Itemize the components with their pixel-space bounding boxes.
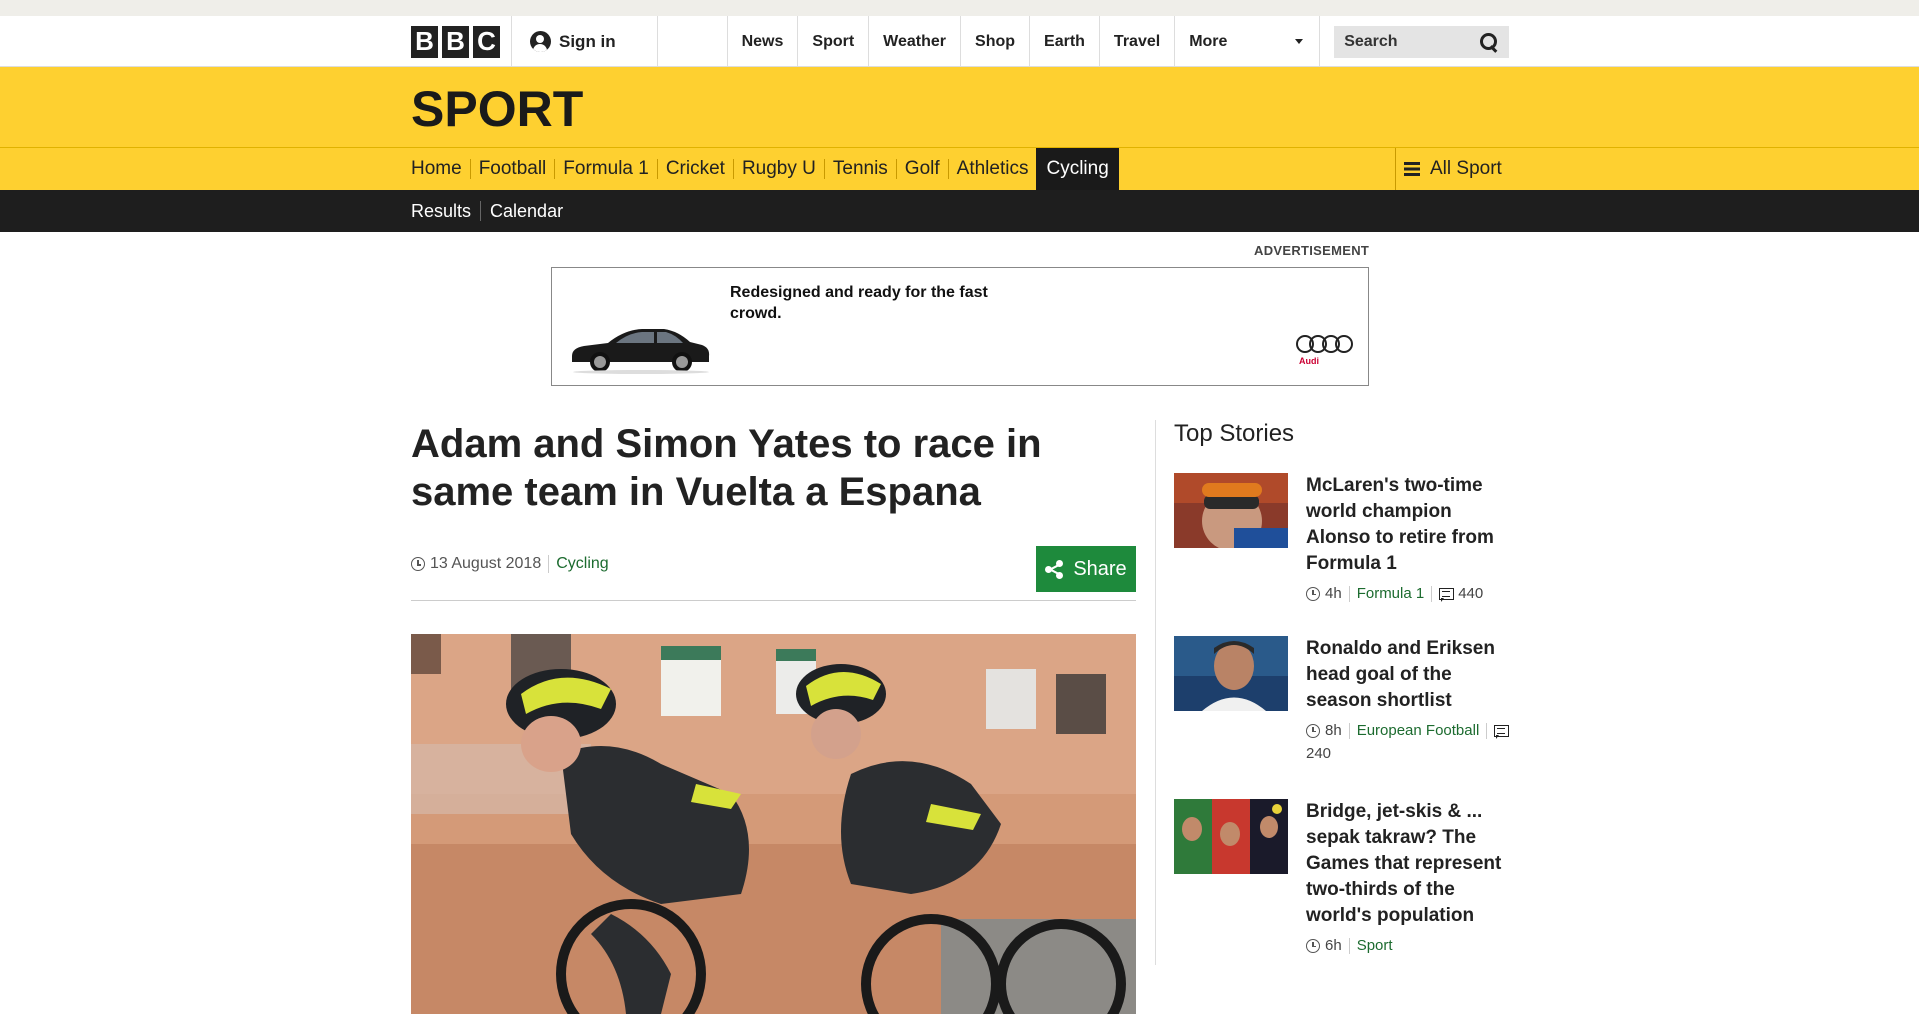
sport-nav-cricket[interactable]: Cricket bbox=[656, 158, 733, 179]
story-time: 8h bbox=[1325, 722, 1342, 739]
comments-icon bbox=[1439, 587, 1455, 602]
clock-icon bbox=[411, 557, 425, 571]
nav-more[interactable]: More bbox=[1175, 16, 1321, 67]
top-strip bbox=[0, 0, 1919, 16]
search-icon[interactable] bbox=[1479, 32, 1499, 52]
meta-divider bbox=[411, 600, 1136, 601]
logo-letter-b2: B bbox=[442, 25, 469, 58]
audi-logo: Audi bbox=[1296, 335, 1356, 366]
sport-nav-football[interactable]: Football bbox=[469, 158, 555, 179]
nav-weather[interactable]: Weather bbox=[869, 16, 962, 67]
menu-icon bbox=[1404, 162, 1420, 176]
story-thumbnail bbox=[1174, 799, 1288, 874]
sport-nav-rugby-union[interactable]: Rugby U bbox=[732, 158, 824, 179]
logo-letter-c: C bbox=[473, 25, 500, 58]
nav-more-label: More bbox=[1189, 32, 1228, 50]
sport-title[interactable]: SPORT bbox=[411, 80, 583, 138]
bbc-masthead: B B C Sign in News Sport Weather Shop Ea… bbox=[0, 16, 1919, 67]
sidebar-divider bbox=[1155, 420, 1156, 965]
share-label: Share bbox=[1073, 557, 1127, 580]
article-hero-image bbox=[411, 634, 1136, 1014]
clock-icon bbox=[1306, 938, 1320, 953]
audi-brand-text: Audi bbox=[1299, 356, 1319, 366]
advertisement-banner[interactable]: Redesigned and ready for the fast crowd.… bbox=[551, 267, 1369, 386]
ad-text: Redesigned and ready for the fast crowd. bbox=[730, 284, 988, 322]
story-time: 6h bbox=[1325, 937, 1342, 954]
nav-shop[interactable]: Shop bbox=[961, 16, 1031, 67]
advertisement-label: ADVERTISEMENT bbox=[1254, 243, 1370, 258]
comments-icon bbox=[1494, 724, 1510, 739]
sport-nav-formula1[interactable]: Formula 1 bbox=[554, 158, 657, 179]
nav-travel[interactable]: Travel bbox=[1100, 16, 1176, 67]
story-title[interactable]: McLaren's two-time world champion Alonso… bbox=[1306, 473, 1516, 577]
story-category-link[interactable]: Formula 1 bbox=[1357, 585, 1425, 602]
all-sport-button[interactable]: All Sport bbox=[1395, 148, 1502, 190]
sign-in-button[interactable]: Sign in bbox=[511, 16, 658, 67]
nav-news[interactable]: News bbox=[728, 16, 799, 67]
article-date: 13 August 2018 bbox=[430, 555, 542, 572]
story-title[interactable]: Bridge, jet-skis & ... sepak takraw? The… bbox=[1306, 799, 1516, 929]
subnav-results[interactable]: Results bbox=[411, 201, 480, 221]
audi-rings-icon bbox=[1296, 335, 1356, 353]
story-title[interactable]: Ronaldo and Eriksen head goal of the sea… bbox=[1306, 636, 1516, 714]
article-meta: 13 August 2018 Cycling bbox=[411, 555, 609, 573]
article-category-link[interactable]: Cycling bbox=[556, 555, 608, 573]
all-sport-label: All Sport bbox=[1430, 158, 1502, 179]
sport-header: SPORT bbox=[0, 67, 1919, 148]
story-time: 4h bbox=[1325, 585, 1342, 602]
sport-nav-golf[interactable]: Golf bbox=[895, 158, 948, 179]
clock-icon bbox=[1306, 586, 1320, 601]
global-nav: News Sport Weather Shop Earth Travel Mor… bbox=[726, 16, 1321, 67]
caret-down-icon bbox=[1295, 39, 1304, 44]
story-comment-count[interactable]: 240 bbox=[1306, 745, 1331, 762]
article-headline: Adam and Simon Yates to race in same tea… bbox=[411, 422, 1042, 514]
nav-earth[interactable]: Earth bbox=[1030, 16, 1100, 67]
story-thumbnail bbox=[1174, 473, 1288, 548]
cycling-subnav: Results Calendar bbox=[0, 190, 1919, 232]
top-stories-title: Top Stories bbox=[1174, 420, 1295, 447]
story-category-link[interactable]: Sport bbox=[1357, 937, 1393, 954]
user-icon bbox=[530, 31, 551, 52]
sport-nav-home[interactable]: Home bbox=[411, 158, 470, 179]
story-thumbnail bbox=[1174, 636, 1288, 711]
sport-nav-cycling[interactable]: Cycling bbox=[1036, 148, 1119, 190]
story-category-link[interactable]: European Football bbox=[1357, 722, 1480, 739]
nav-sport[interactable]: Sport bbox=[798, 16, 870, 67]
car-image bbox=[572, 329, 710, 374]
search-box[interactable]: Search bbox=[1334, 25, 1509, 58]
logo-letter-b1: B bbox=[411, 25, 438, 58]
share-button[interactable]: Share bbox=[1036, 546, 1136, 592]
share-icon bbox=[1045, 560, 1064, 579]
sport-nav-tennis[interactable]: Tennis bbox=[823, 158, 896, 179]
story-comment-count[interactable]: 440 bbox=[1458, 585, 1483, 602]
search-placeholder: Search bbox=[1344, 32, 1398, 50]
sign-in-label: Sign in bbox=[559, 31, 616, 51]
sport-nav-athletics[interactable]: Athletics bbox=[947, 158, 1037, 179]
clock-icon bbox=[1306, 723, 1320, 738]
bbc-logo[interactable]: B B C bbox=[411, 25, 500, 58]
sport-nav: Home Football Formula 1 Cricket Rugby U … bbox=[0, 148, 1919, 190]
subnav-calendar[interactable]: Calendar bbox=[480, 201, 572, 221]
